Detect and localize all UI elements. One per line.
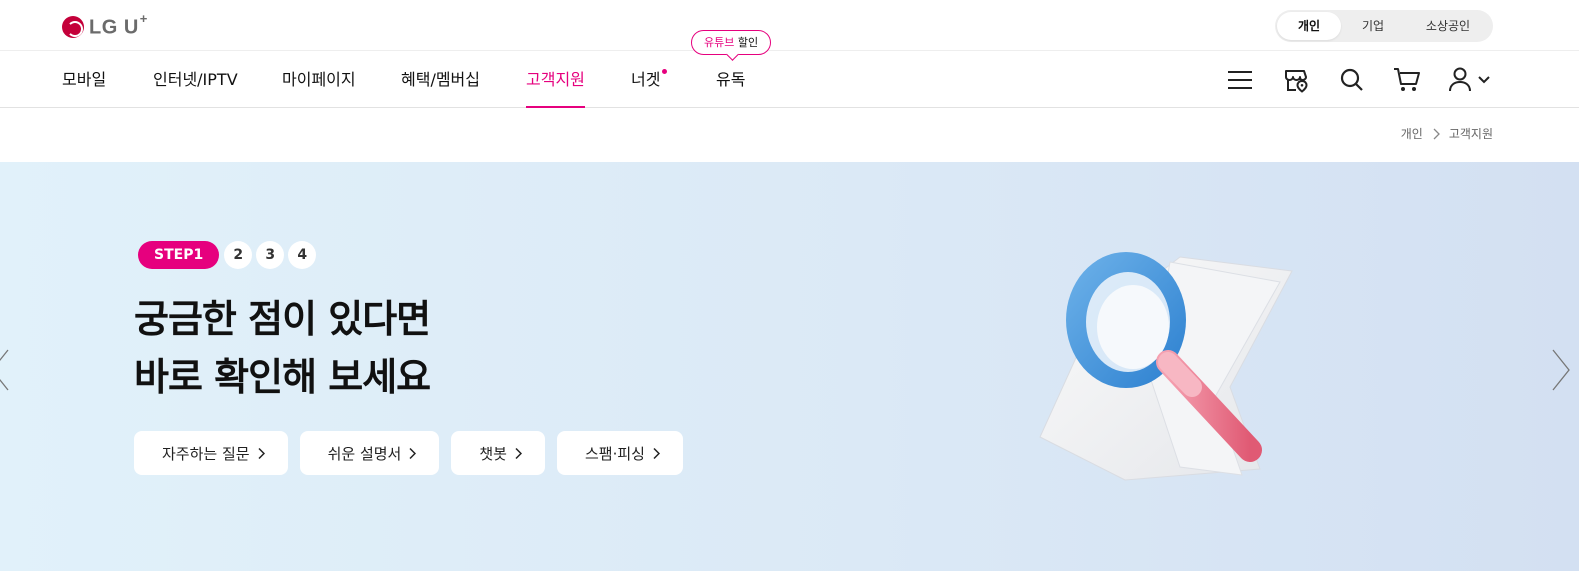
step-badge-active[interactable]: STEP1	[138, 241, 220, 269]
magnifier-documents-illustration	[1030, 237, 1310, 487]
step-badge-2[interactable]: 2	[224, 241, 253, 269]
easy-guide-button-label: 쉬운 설명서	[327, 444, 402, 463]
breadcrumb-item-customer-support[interactable]: 고객지원	[1449, 125, 1493, 142]
store-location-icon[interactable]	[1282, 66, 1310, 94]
breadcrumb-strip: 개인 고객지원	[0, 108, 1579, 162]
lg-logo-icon	[62, 16, 84, 38]
main-nav: 모바일 인터넷/IPTV 마이페이지 혜택/멤버십 고객지원 너겟 유독	[0, 52, 1579, 108]
hero-title-line-2: 바로 확인해 보세요	[134, 355, 431, 399]
user-menu[interactable]	[1448, 66, 1492, 94]
nav-item-nugget[interactable]: 너겟	[631, 52, 668, 108]
new-dot-badge	[662, 69, 668, 74]
segment-personal[interactable]: 개인	[1277, 12, 1341, 40]
search-icon[interactable]	[1338, 66, 1366, 94]
nav-item-benefits-membership[interactable]: 혜택/멤버십	[401, 52, 480, 108]
nav-item-internet-iptv[interactable]: 인터넷/IPTV	[153, 52, 238, 108]
hero-title-line-1: 궁금한 점이 있다면	[134, 297, 431, 341]
user-icon	[1449, 67, 1490, 92]
chevron-right-icon	[408, 447, 417, 460]
youtube-discount-tooltip: 유튜브 할인	[691, 30, 772, 55]
easy-guide-button[interactable]: 쉬운 설명서	[299, 431, 440, 475]
quick-link-buttons: 자주하는 질문 쉬운 설명서 챗봇 스팸·피싱	[134, 431, 695, 475]
breadcrumb-item-personal[interactable]: 개인	[1401, 125, 1423, 142]
hero-banner: STEP1 2 3 4 궁금한 점이 있다면 바로 확인해 보세요 자주하는 질…	[0, 162, 1579, 571]
hero-title: 궁금한 점이 있다면 바로 확인해 보세요	[134, 290, 431, 406]
segment-small-business[interactable]: 소상공인	[1405, 12, 1491, 40]
menu-icon[interactable]	[1226, 66, 1254, 94]
chevron-right-icon	[514, 447, 522, 460]
step-badge-4[interactable]: 4	[288, 241, 317, 269]
nav-item-customer-support[interactable]: 고객지원	[526, 52, 585, 108]
chevron-right-icon	[257, 447, 265, 460]
nav-item-nugget-label: 너겟	[631, 70, 661, 89]
chatbot-button[interactable]: 챗봇	[451, 431, 545, 475]
carousel-prev-arrow[interactable]	[0, 348, 10, 392]
chevron-right-icon	[1431, 128, 1441, 140]
carousel-next-arrow[interactable]	[1551, 348, 1571, 392]
top-utility-bar: LG U+ 개인 기업 소상공인	[0, 0, 1579, 51]
lguplus-logo[interactable]: LG U+	[62, 11, 148, 40]
faq-button-label: 자주하는 질문	[162, 444, 250, 463]
nav-item-mobile[interactable]: 모바일	[62, 52, 106, 108]
faq-button[interactable]: 자주하는 질문	[134, 431, 288, 475]
nav-item-subscription[interactable]: 유독	[716, 52, 745, 108]
cart-icon[interactable]	[1393, 66, 1421, 94]
nav-item-mypage[interactable]: 마이페이지	[282, 52, 356, 108]
breadcrumb: 개인 고객지원	[1401, 125, 1493, 142]
chatbot-button-label: 챗봇	[479, 444, 507, 463]
step-indicator: STEP1 2 3 4	[138, 241, 317, 269]
segment-business[interactable]: 기업	[1341, 12, 1405, 40]
chevron-right-icon	[652, 447, 660, 460]
spam-phishing-button-label: 스팸·피싱	[584, 444, 645, 463]
customer-type-switch: 개인 기업 소상공인	[1275, 10, 1493, 42]
step-badge-3[interactable]: 3	[256, 241, 285, 269]
logo-text: LG U+	[89, 11, 148, 39]
spam-phishing-button[interactable]: 스팸·피싱	[556, 431, 683, 475]
